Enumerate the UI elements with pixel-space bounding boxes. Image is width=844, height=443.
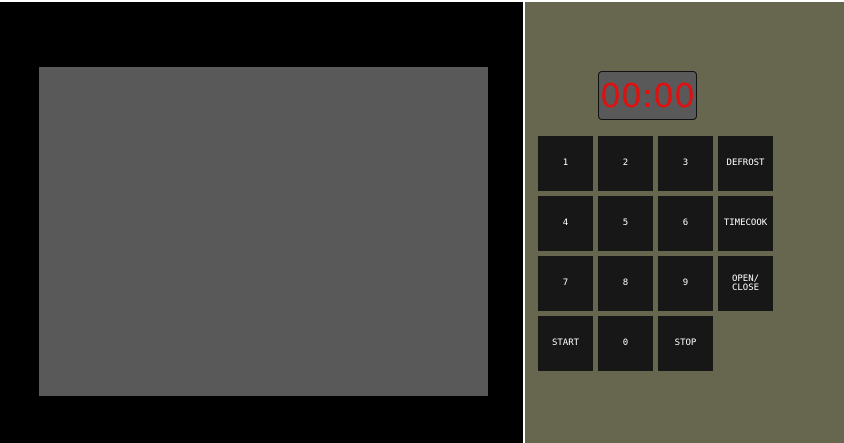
- door-window: [39, 67, 488, 396]
- key-9-button[interactable]: 9: [658, 256, 713, 311]
- start-button[interactable]: START: [538, 316, 593, 371]
- key-3-button[interactable]: 3: [658, 136, 713, 191]
- timecook-button[interactable]: TIMECOOK: [718, 196, 773, 251]
- key-0-button[interactable]: 0: [598, 316, 653, 371]
- key-7-button[interactable]: 7: [538, 256, 593, 311]
- microwave-door: [0, 2, 523, 443]
- control-panel: 00:00 1 2 3 DEFROST 4 5 6 TIMECOOK 7 8 9…: [525, 2, 844, 443]
- open-close-button[interactable]: OPEN/ CLOSE: [718, 256, 773, 311]
- key-2-button[interactable]: 2: [598, 136, 653, 191]
- timer-display: 00:00: [598, 71, 697, 120]
- key-4-button[interactable]: 4: [538, 196, 593, 251]
- key-5-button[interactable]: 5: [598, 196, 653, 251]
- key-1-button[interactable]: 1: [538, 136, 593, 191]
- key-8-button[interactable]: 8: [598, 256, 653, 311]
- microwave-app: 00:00 1 2 3 DEFROST 4 5 6 TIMECOOK 7 8 9…: [0, 0, 844, 443]
- defrost-button[interactable]: DEFROST: [718, 136, 773, 191]
- key-6-button[interactable]: 6: [658, 196, 713, 251]
- stop-button[interactable]: STOP: [658, 316, 713, 371]
